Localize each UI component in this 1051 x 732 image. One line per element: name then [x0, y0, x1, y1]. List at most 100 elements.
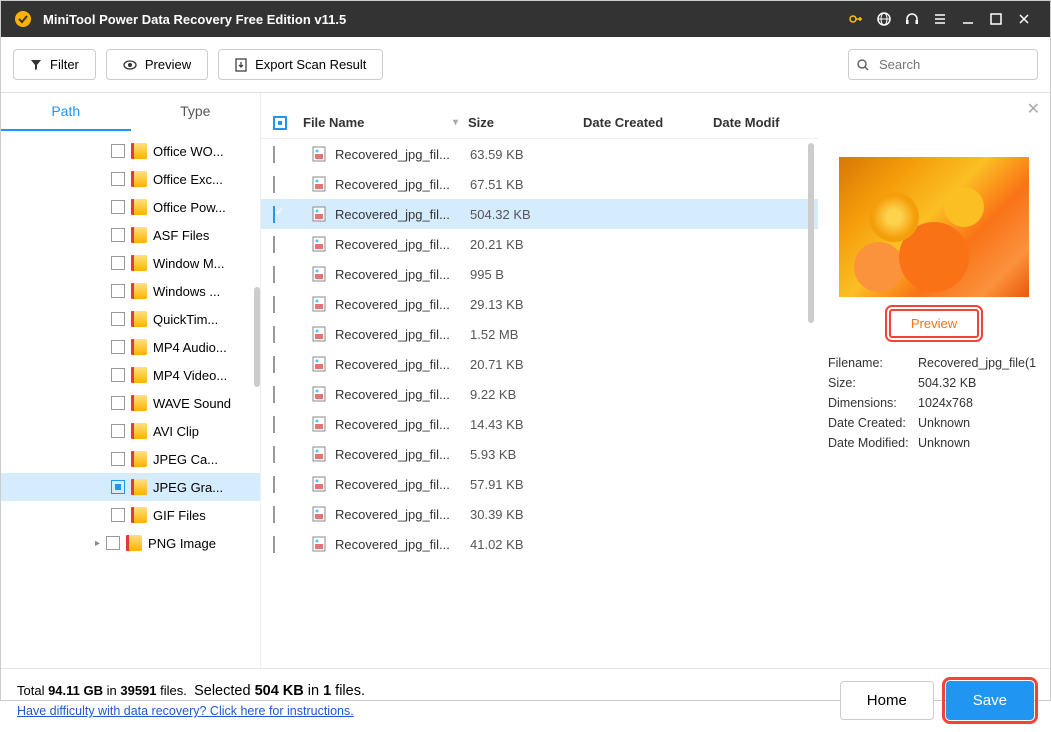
checkbox[interactable]: [111, 144, 125, 158]
key-icon[interactable]: [842, 5, 870, 33]
file-row[interactable]: Recovered_jpg_fil...5.93 KB: [261, 439, 818, 469]
checkbox[interactable]: [111, 312, 125, 326]
file-row[interactable]: Recovered_jpg_fil...1.52 MB: [261, 319, 818, 349]
file-icon: [311, 356, 327, 372]
checkbox[interactable]: [273, 206, 275, 223]
tab-type[interactable]: Type: [131, 93, 261, 131]
search-input[interactable]: [848, 49, 1038, 80]
checkbox[interactable]: [111, 368, 125, 382]
checkbox[interactable]: [111, 424, 125, 438]
file-size: 29.13 KB: [470, 297, 585, 312]
tree-item[interactable]: ASF Files: [1, 221, 260, 249]
search-icon: [856, 58, 870, 72]
meta-key-size: Size:: [828, 376, 918, 390]
preview-button[interactable]: Preview: [106, 49, 208, 80]
file-row[interactable]: Recovered_jpg_fil...9.22 KB: [261, 379, 818, 409]
file-name: Recovered_jpg_fil...: [335, 297, 470, 312]
checkbox[interactable]: [111, 508, 125, 522]
chevron-right-icon[interactable]: ▸: [95, 538, 100, 549]
headphones-icon[interactable]: [898, 5, 926, 33]
col-header-modified[interactable]: Date Modif: [713, 115, 806, 130]
checkbox[interactable]: [273, 476, 275, 493]
checkbox[interactable]: [111, 396, 125, 410]
col-header-size[interactable]: Size: [468, 115, 583, 130]
tree-item-label: MP4 Video...: [153, 368, 227, 383]
tree-item[interactable]: GIF Files: [1, 501, 260, 529]
close-icon[interactable]: [1010, 5, 1038, 33]
checkbox[interactable]: [273, 506, 275, 523]
export-button[interactable]: Export Scan Result: [218, 49, 383, 80]
checkbox[interactable]: [111, 480, 125, 494]
tree-item[interactable]: JPEG Gra...: [1, 473, 260, 501]
tree-item[interactable]: QuickTim...: [1, 305, 260, 333]
checkbox[interactable]: [273, 356, 275, 373]
folder-icon: [126, 535, 142, 551]
tree-item[interactable]: WAVE Sound: [1, 389, 260, 417]
search-box: [848, 49, 1038, 80]
checkbox[interactable]: [273, 326, 275, 343]
maximize-icon[interactable]: [982, 5, 1010, 33]
tree-item[interactable]: MP4 Video...: [1, 361, 260, 389]
menu-icon[interactable]: [926, 5, 954, 33]
checkbox[interactable]: [273, 446, 275, 463]
col-header-name[interactable]: File Name: [303, 115, 364, 130]
file-row[interactable]: Recovered_jpg_fil...41.02 KB: [261, 529, 818, 559]
tree-item-label: ASF Files: [153, 228, 209, 243]
tree-item[interactable]: JPEG Ca...: [1, 445, 260, 473]
checkbox[interactable]: [111, 256, 125, 270]
tree-item[interactable]: AVI Clip: [1, 417, 260, 445]
file-row[interactable]: Recovered_jpg_fil...29.13 KB: [261, 289, 818, 319]
checkbox[interactable]: [111, 172, 125, 186]
file-row[interactable]: Recovered_jpg_fil...67.51 KB: [261, 169, 818, 199]
file-row[interactable]: Recovered_jpg_fil...63.59 KB: [261, 139, 818, 169]
checkbox[interactable]: [273, 296, 275, 313]
checkbox[interactable]: [111, 200, 125, 214]
filter-button[interactable]: Filter: [13, 49, 96, 80]
checkbox[interactable]: [111, 340, 125, 354]
tree-item-label: Office WO...: [153, 144, 224, 159]
checkbox[interactable]: [273, 416, 275, 433]
sort-caret-icon[interactable]: ▾: [453, 117, 458, 128]
tree-item[interactable]: Window M...: [1, 249, 260, 277]
help-link[interactable]: Have difficulty with data recovery? Clic…: [17, 704, 354, 718]
titlebar: MiniTool Power Data Recovery Free Editio…: [1, 1, 1050, 37]
file-icon: [311, 506, 327, 522]
folder-tree[interactable]: Office WO... Office Exc...Office Pow... AS…: [1, 131, 260, 668]
minimize-icon[interactable]: [954, 5, 982, 33]
checkbox[interactable]: [273, 266, 275, 283]
scrollbar-thumb[interactable]: [254, 287, 260, 387]
file-row[interactable]: Recovered_jpg_fil...57.91 KB: [261, 469, 818, 499]
checkbox[interactable]: [273, 146, 275, 163]
file-row[interactable]: Recovered_jpg_fil...20.71 KB: [261, 349, 818, 379]
checkbox[interactable]: [273, 236, 275, 253]
checkbox[interactable]: [111, 228, 125, 242]
tree-item[interactable]: Office Exc...: [1, 165, 260, 193]
close-preview-icon[interactable]: ✕: [1027, 99, 1040, 119]
globe-icon[interactable]: [870, 5, 898, 33]
checkbox[interactable]: [273, 176, 275, 193]
checkbox[interactable]: [273, 536, 275, 553]
open-preview-button[interactable]: Preview: [889, 309, 979, 338]
checkbox[interactable]: [273, 386, 275, 403]
file-row[interactable]: Recovered_jpg_fil...20.21 KB: [261, 229, 818, 259]
tree-item[interactable]: MP4 Audio...: [1, 333, 260, 361]
file-row[interactable]: Recovered_jpg_fil...504.32 KB: [261, 199, 818, 229]
file-size: 9.22 KB: [470, 387, 585, 402]
folder-icon: [131, 143, 147, 159]
file-list[interactable]: Recovered_jpg_fil...63.59 KBRecovered_jp…: [261, 139, 818, 668]
file-row[interactable]: Recovered_jpg_fil...30.39 KB: [261, 499, 818, 529]
tree-item[interactable]: Office WO...: [1, 137, 260, 165]
file-row[interactable]: Recovered_jpg_fil...14.43 KB: [261, 409, 818, 439]
file-row[interactable]: Recovered_jpg_fil...995 B: [261, 259, 818, 289]
checkbox[interactable]: [106, 536, 120, 550]
scrollbar-thumb[interactable]: [808, 143, 814, 323]
checkbox[interactable]: [111, 452, 125, 466]
tree-item[interactable]: Office Pow...: [1, 193, 260, 221]
tab-path[interactable]: Path: [1, 93, 131, 131]
tree-item[interactable]: ▸PNG Image: [1, 529, 260, 557]
checkbox[interactable]: [111, 284, 125, 298]
select-all-checkbox[interactable]: [273, 116, 287, 130]
col-header-created[interactable]: Date Created: [583, 115, 713, 130]
file-size: 57.91 KB: [470, 477, 585, 492]
tree-item[interactable]: Windows ...: [1, 277, 260, 305]
